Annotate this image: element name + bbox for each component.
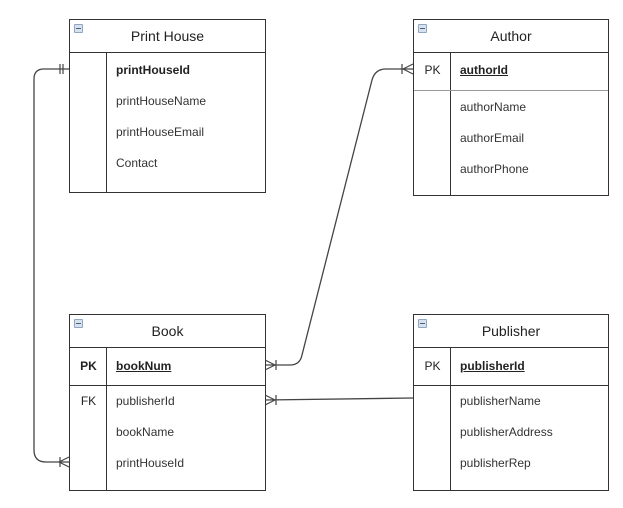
collapse-icon[interactable] bbox=[418, 319, 427, 328]
field-name: publisherName bbox=[460, 394, 541, 408]
attribute-row[interactable]: printHouseEmail bbox=[70, 117, 265, 148]
entity-book[interactable]: Book PK bookNum FK publisherId bookName … bbox=[69, 314, 266, 491]
field-name: authorId bbox=[460, 63, 508, 77]
key-label: PK bbox=[80, 359, 97, 373]
entity-title: Publisher bbox=[481, 323, 541, 339]
field-name: bookName bbox=[116, 425, 175, 439]
entity-title: Author bbox=[490, 28, 532, 44]
field-name: publisherId bbox=[116, 394, 175, 408]
entity-header[interactable]: Print House bbox=[70, 20, 265, 53]
crows-foot-marker bbox=[264, 63, 414, 371]
field-name: Contact bbox=[116, 156, 158, 170]
attribute-row[interactable]: PK publisherId bbox=[414, 351, 608, 382]
entity-print-house[interactable]: Print House printHouseId printHouseName … bbox=[69, 19, 266, 193]
entity-author[interactable]: Author PK authorId authorName authorEmai… bbox=[413, 19, 609, 196]
attribute-row[interactable]: printHouseName bbox=[70, 86, 265, 117]
field-name: publisherId bbox=[460, 359, 525, 373]
connector-book-author[interactable] bbox=[265, 68, 413, 366]
attribute-row[interactable]: publisherName bbox=[414, 386, 608, 417]
one-and-only-one-marker bbox=[59, 64, 64, 74]
attribute-row[interactable]: authorName bbox=[414, 92, 608, 123]
attribute-row[interactable]: publisherRep bbox=[414, 448, 608, 479]
field-name: authorName bbox=[460, 100, 527, 114]
attribute-row[interactable]: publisherAddress bbox=[414, 417, 608, 448]
collapse-icon[interactable] bbox=[418, 24, 427, 33]
key-label: FK bbox=[80, 394, 97, 408]
entity-title: Print House bbox=[130, 28, 205, 44]
field-name: bookNum bbox=[116, 359, 172, 373]
field-name: authorEmail bbox=[460, 131, 525, 145]
field-name: printHouseName bbox=[116, 94, 207, 108]
attribute-row[interactable]: authorEmail bbox=[414, 123, 608, 154]
attribute-row[interactable]: authorPhone bbox=[414, 154, 608, 185]
attribute-row[interactable]: printHouseId bbox=[70, 55, 265, 86]
crows-foot-marker bbox=[58, 456, 70, 468]
connector-printhouse-book[interactable] bbox=[33, 68, 69, 463]
field-name: authorPhone bbox=[460, 162, 529, 176]
attribute-row[interactable]: Contact bbox=[70, 148, 265, 179]
connector-book-publisher[interactable] bbox=[264, 397, 414, 401]
attribute-row[interactable]: bookName bbox=[70, 417, 265, 448]
key-label: PK bbox=[424, 63, 441, 77]
collapse-icon[interactable] bbox=[74, 24, 83, 33]
field-name: publisherRep bbox=[460, 456, 531, 470]
field-name: printHouseId bbox=[116, 456, 185, 470]
collapse-icon[interactable] bbox=[74, 319, 83, 328]
crows-foot-marker bbox=[264, 394, 277, 406]
entity-header[interactable]: Publisher bbox=[414, 315, 608, 348]
field-name: printHouseId bbox=[116, 63, 190, 77]
field-name: publisherAddress bbox=[460, 425, 553, 439]
attribute-row[interactable]: printHouseId bbox=[70, 448, 265, 479]
attribute-row[interactable]: PK authorId bbox=[414, 55, 608, 86]
field-name: printHouseEmail bbox=[116, 125, 205, 139]
attribute-row[interactable]: FK publisherId bbox=[70, 386, 265, 417]
entity-header[interactable]: Author bbox=[414, 20, 608, 53]
key-label: PK bbox=[424, 359, 441, 373]
entity-header[interactable]: Book bbox=[70, 315, 265, 348]
entity-title: Book bbox=[151, 323, 184, 339]
entity-publisher[interactable]: Publisher PK publisherId publisherName p… bbox=[413, 314, 609, 491]
attribute-row[interactable]: PK bookNum bbox=[70, 351, 265, 382]
